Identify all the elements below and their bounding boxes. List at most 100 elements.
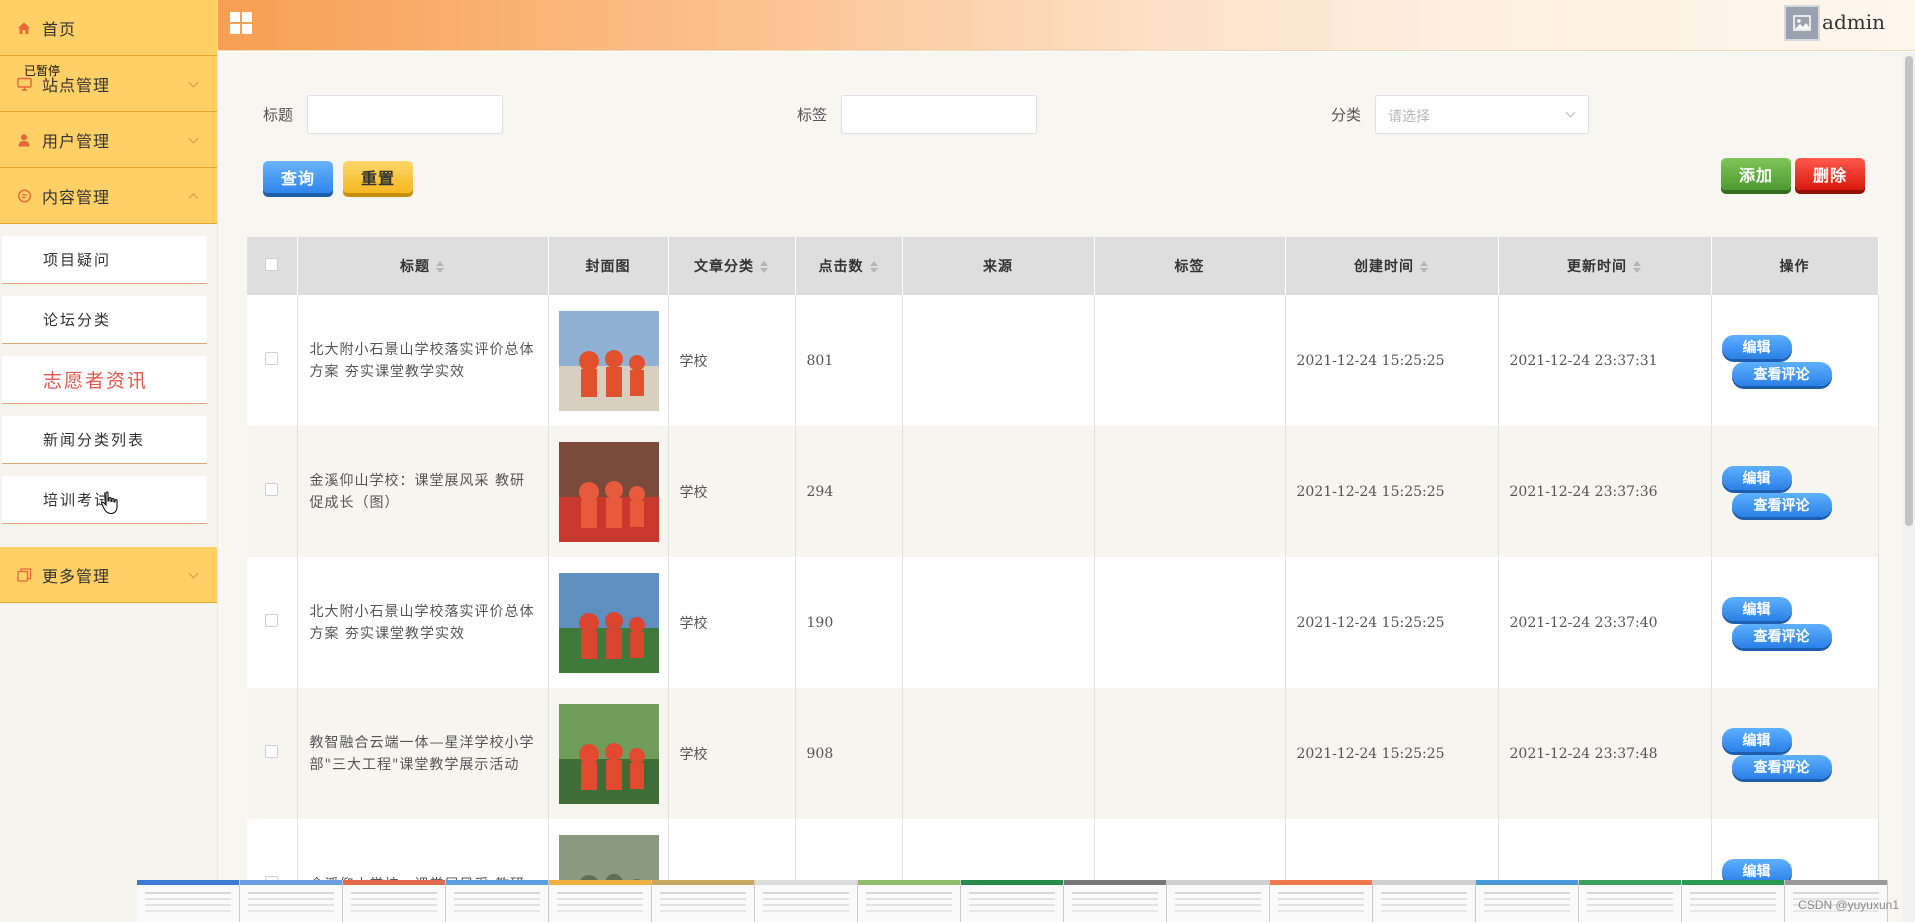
- window-thumbnail[interactable]: [446, 880, 549, 922]
- edit-button[interactable]: 编辑: [1721, 597, 1792, 621]
- avatar[interactable]: [1784, 5, 1820, 41]
- window-thumbnail[interactable]: [1167, 880, 1270, 922]
- col-clicks[interactable]: 点击数: [795, 237, 903, 295]
- window-thumbnail[interactable]: [137, 880, 240, 922]
- col-title-label: 标题: [400, 259, 430, 275]
- sort-icon[interactable]: [869, 261, 879, 273]
- category-select[interactable]: 请选择: [1375, 95, 1589, 134]
- col-updated-label: 更新时间: [1567, 259, 1627, 275]
- row-checkbox[interactable]: [265, 352, 279, 365]
- page-scrollbar[interactable]: [1903, 52, 1915, 922]
- row-updated-cell: 2021-12-24 23:37:40: [1498, 557, 1712, 688]
- view-comments-button[interactable]: 查看评论: [1731, 624, 1832, 648]
- col-created[interactable]: 创建时间: [1285, 237, 1499, 295]
- chevron-down-icon: [1565, 107, 1576, 118]
- window-thumbnail[interactable]: [1682, 880, 1785, 922]
- col-title[interactable]: 标题: [297, 237, 549, 295]
- row-title-cell: 北大附小石景山学校落实评价总体方案 夯实课堂教学实效: [297, 295, 549, 426]
- category-filter-label: 分类: [1331, 106, 1362, 124]
- user-name[interactable]: admin: [1822, 10, 1885, 34]
- table-row[interactable]: 北大附小石景山学校落实评价总体方案 夯实课堂教学实效 学校 190 2021-12-2…: [247, 557, 1879, 688]
- row-cover-cell: [548, 426, 669, 557]
- menu-user-management[interactable]: 用户管理: [0, 112, 217, 168]
- window-thumbnail[interactable]: [1579, 880, 1682, 922]
- image-icon: [1793, 15, 1811, 31]
- submenu-volunteer-news[interactable]: 志愿者资讯: [2, 356, 207, 404]
- menu-content-label: 内容管理: [42, 187, 111, 207]
- edit-button[interactable]: 编辑: [1721, 466, 1792, 490]
- cover-image: [558, 310, 659, 411]
- row-created-cell: 2021-12-24 15:25:25: [1285, 557, 1499, 688]
- menu-home[interactable]: 首页: [0, 0, 217, 56]
- col-created-label: 创建时间: [1354, 259, 1414, 275]
- window-thumbnail[interactable]: [240, 880, 343, 922]
- grid-menu-icon[interactable]: [230, 12, 252, 34]
- submenu-news-categories[interactable]: 新闻分类列表: [2, 416, 207, 464]
- window-thumbnail[interactable]: [1373, 880, 1476, 922]
- window-thumbnail[interactable]: [1064, 880, 1167, 922]
- window-thumbnail[interactable]: [1270, 880, 1373, 922]
- query-button[interactable]: 查询: [263, 161, 333, 193]
- menu-content-management[interactable]: 内容管理: [0, 168, 217, 224]
- row-actions-cell: 编辑查看评论: [1711, 295, 1879, 426]
- view-comments-button[interactable]: 查看评论: [1731, 493, 1832, 517]
- window-thumbnail[interactable]: [343, 880, 446, 922]
- scrollbar-thumb[interactable]: [1905, 56, 1913, 526]
- row-clicks-cell: 908: [795, 688, 903, 819]
- tag-filter-input[interactable]: [841, 95, 1037, 134]
- window-thumbnail[interactable]: [652, 880, 755, 922]
- row-source: [903, 746, 914, 762]
- col-category[interactable]: 文章分类: [668, 237, 796, 295]
- sort-icon[interactable]: [435, 261, 445, 273]
- row-updated: 2021-12-24 23:37:48: [1509, 745, 1658, 762]
- row-created: 2021-12-24 15:25:25: [1296, 483, 1445, 500]
- row-updated-cell: 2021-12-24 23:37:48: [1498, 688, 1712, 819]
- table-row[interactable]: 金溪仰山学校：课堂展风采 教研促成长（图） 学校 294 2021-12-24 15:…: [247, 426, 1879, 557]
- reset-button[interactable]: 重置: [343, 161, 413, 193]
- sort-icon[interactable]: [1632, 261, 1642, 273]
- row-created-cell: 2021-12-24 15:25:25: [1285, 426, 1499, 557]
- table-row[interactable]: 北大附小石景山学校落实评价总体方案 夯实课堂教学实效 学校 801 2021-12-2…: [247, 295, 1879, 426]
- row-created-cell: 2021-12-24 15:25:25: [1285, 688, 1499, 819]
- select-all-cell: [247, 237, 298, 295]
- row-category: 学校: [679, 484, 708, 501]
- window-thumbnail[interactable]: [858, 880, 961, 922]
- row-checkbox[interactable]: [265, 614, 279, 627]
- table-row[interactable]: 教智融合云端一体—星洋学校小学部"三大工程"课堂教学展示活动 学校 908 2021-…: [247, 688, 1879, 819]
- col-category-label: 文章分类: [694, 259, 754, 275]
- submenu-project-questions[interactable]: 项目疑问: [2, 236, 207, 284]
- row-clicks-cell: 294: [795, 426, 903, 557]
- row-created-cell: 2021-12-24 15:25:25: [1285, 295, 1499, 426]
- edit-button[interactable]: 编辑: [1721, 335, 1792, 359]
- col-cover: 封面图: [548, 237, 669, 295]
- row-cover-cell: [548, 557, 669, 688]
- add-button[interactable]: 添加: [1721, 158, 1791, 190]
- col-tag-label: 标签: [1174, 259, 1205, 275]
- window-thumbnail[interactable]: [1476, 880, 1579, 922]
- edit-button[interactable]: 编辑: [1721, 728, 1792, 752]
- chevron-up-icon: [188, 192, 199, 203]
- row-category: 学校: [679, 615, 708, 632]
- col-actions: 操作: [1711, 237, 1879, 295]
- row-tag: [1095, 353, 1106, 369]
- table-header-row: 标题 封面图 文章分类 点击数 来源 标签 创建时间 更新时间 操作: [247, 237, 1879, 295]
- article-table: 标题 封面图 文章分类 点击数 来源 标签 创建时间 更新时间 操作 北大附小石…: [247, 237, 1879, 922]
- title-filter-input[interactable]: [307, 95, 503, 134]
- row-checkbox[interactable]: [265, 483, 279, 496]
- row-checkbox[interactable]: [265, 745, 279, 758]
- view-comments-button[interactable]: 查看评论: [1731, 362, 1832, 386]
- window-thumbnail[interactable]: [549, 880, 652, 922]
- window-thumbnail[interactable]: [961, 880, 1064, 922]
- view-comments-button[interactable]: 查看评论: [1731, 755, 1832, 779]
- cover-image: [558, 703, 659, 804]
- delete-button[interactable]: 删除: [1795, 158, 1865, 190]
- col-clicks-label: 点击数: [818, 259, 864, 275]
- menu-more-management[interactable]: 更多管理: [0, 547, 217, 603]
- select-all-checkbox[interactable]: [265, 257, 279, 271]
- sort-icon[interactable]: [1419, 261, 1429, 273]
- col-source-label: 来源: [983, 259, 1013, 275]
- window-thumbnail[interactable]: [755, 880, 858, 922]
- col-updated[interactable]: 更新时间: [1498, 237, 1712, 295]
- sort-icon[interactable]: [759, 261, 769, 273]
- submenu-forum-categories[interactable]: 论坛分类: [2, 296, 207, 344]
